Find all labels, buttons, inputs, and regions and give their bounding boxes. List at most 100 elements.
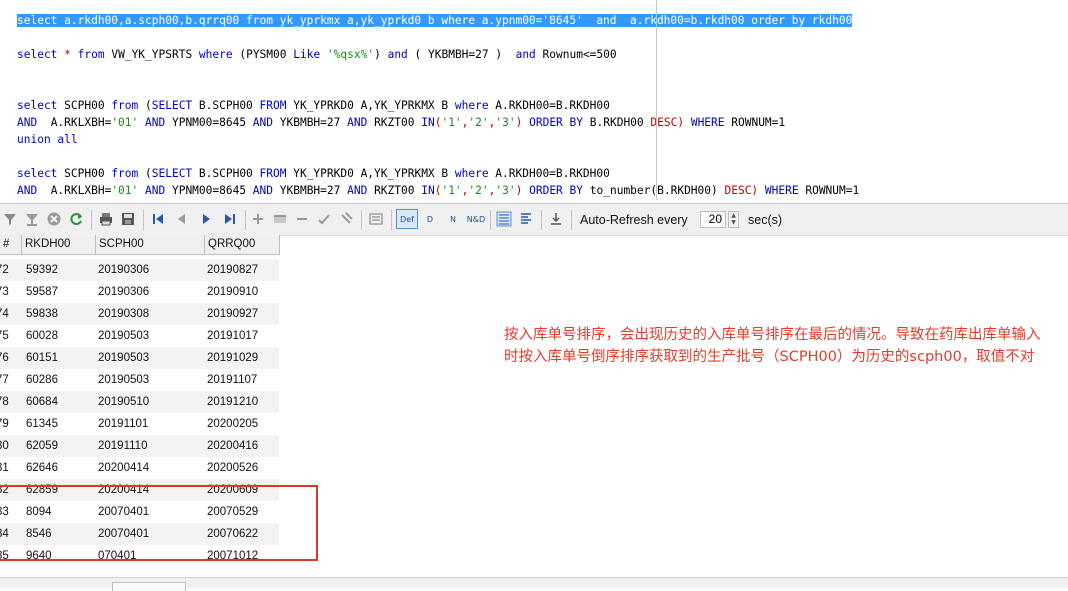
cell-qrrq00[interactable]: 20200205 xyxy=(207,413,258,435)
sql-keyword: FROM xyxy=(259,167,287,180)
cell-scph00[interactable]: 20190503 xyxy=(98,369,149,391)
n-view-icon[interactable]: N xyxy=(443,211,463,227)
cell-rkdh00[interactable]: 60151 xyxy=(26,347,58,369)
column-header-scph00[interactable]: SCPH00 xyxy=(96,235,205,255)
sql-text: YK_YPRKD0 A,YK_YPRKMX B xyxy=(286,167,455,180)
column-header-qrrq00[interactable]: QRRQ00 xyxy=(205,235,280,255)
cell-qrrq00[interactable]: 20190927 xyxy=(207,303,258,325)
table-row[interactable]: 74 59838 20190308 20190927 xyxy=(0,303,279,325)
previous-record-icon[interactable] xyxy=(174,211,190,227)
table-row[interactable]: 75 60028 20190503 20191017 xyxy=(0,325,279,347)
cell-scph00[interactable]: 20191101 xyxy=(98,413,148,435)
cell-rownum[interactable]: 77 xyxy=(0,369,9,391)
cell-rkdh00[interactable]: 59587 xyxy=(26,281,58,303)
next-record-icon[interactable] xyxy=(198,211,214,227)
cell-qrrq00[interactable]: 20191107 xyxy=(207,369,257,391)
cell-rkdh00[interactable]: 59392 xyxy=(26,259,58,281)
cell-scph00[interactable]: 20200414 xyxy=(98,457,149,479)
cell-scph00[interactable]: 20190510 xyxy=(98,391,149,413)
cell-rownum[interactable]: 81 xyxy=(0,457,9,479)
cell-qrrq00[interactable]: 20191210 xyxy=(207,391,258,413)
sql-keyword: Like xyxy=(293,48,321,61)
d-view-icon[interactable]: D xyxy=(420,211,440,227)
cell-rkdh00[interactable]: 61345 xyxy=(26,413,58,435)
table-row[interactable]: 81 62646 20200414 20200526 xyxy=(0,457,279,479)
cell-scph00[interactable]: 20190306 xyxy=(98,281,149,303)
cell-rownum[interactable]: 74 xyxy=(0,303,9,325)
cell-scph00[interactable]: 20190503 xyxy=(98,325,149,347)
clear-filter-icon[interactable] xyxy=(24,211,40,227)
first-record-icon[interactable] xyxy=(150,211,166,227)
sql-editor[interactable]: select a.rkdh00,a.scph00,b.qrrq00 from y… xyxy=(0,0,1068,200)
auto-refresh-interval-input[interactable]: 20 xyxy=(700,211,726,228)
table-row[interactable]: 77 60286 20190503 20191107 xyxy=(0,369,279,391)
cell-qrrq00[interactable]: 20191029 xyxy=(207,347,258,369)
post-changes-icon[interactable] xyxy=(316,211,332,227)
sql-string: '%qsx%' xyxy=(326,48,375,61)
highlight-box xyxy=(0,485,318,561)
cell-qrrq00[interactable]: 20190910 xyxy=(207,281,258,303)
spin-down-icon[interactable]: ▼ xyxy=(729,219,738,226)
table-row[interactable]: 78 60684 20190510 20191210 xyxy=(0,391,279,413)
cell-qrrq00[interactable]: 20200416 xyxy=(207,435,258,457)
insert-record-icon[interactable] xyxy=(250,211,266,227)
sql-text: RKZT00 xyxy=(367,184,422,197)
sql-text: a.rkdh00,a.scph00,b.qrrq00 xyxy=(57,14,247,27)
sql-text: YKBMBH=27 xyxy=(273,184,348,197)
cell-rownum[interactable]: 72 xyxy=(0,259,9,281)
column-header-rkdh00[interactable]: RKDH00 xyxy=(22,235,96,255)
delete-record-icon[interactable] xyxy=(294,211,310,227)
cell-rownum[interactable]: 76 xyxy=(0,347,9,369)
cell-scph00[interactable]: 20190306 xyxy=(98,259,149,281)
cell-qrrq00[interactable]: 20191017 xyxy=(207,325,258,347)
sql-keyword: where xyxy=(454,167,489,180)
sql-keyword: AND xyxy=(145,116,166,129)
table-row[interactable]: 73 59587 20190306 20190910 xyxy=(0,281,279,303)
grid-view-icon[interactable] xyxy=(496,211,512,227)
text-view-icon[interactable] xyxy=(518,211,534,227)
cancel-icon[interactable] xyxy=(46,211,62,227)
print-icon[interactable] xyxy=(98,211,114,227)
d-label: D xyxy=(426,214,434,224)
table-row[interactable]: 79 61345 20191101 20200205 xyxy=(0,413,279,435)
sql-text: ) xyxy=(374,48,388,61)
table-row[interactable]: 80 62059 20191110 20200416 xyxy=(0,435,279,457)
cell-rkdh00[interactable]: 60286 xyxy=(26,369,58,391)
cell-rownum[interactable]: 78 xyxy=(0,391,9,413)
refresh-icon[interactable] xyxy=(68,211,84,227)
auto-refresh-spinner[interactable]: ▲ ▼ xyxy=(728,211,739,228)
toolbar-separator xyxy=(490,210,491,230)
sql-text: ( xyxy=(138,99,152,112)
cell-rkdh00[interactable]: 62059 xyxy=(26,435,58,457)
cell-rkdh00[interactable]: 59838 xyxy=(26,303,58,325)
table-row[interactable]: 76 60151 20190503 20191029 xyxy=(0,347,279,369)
copy-record-icon[interactable] xyxy=(272,211,288,227)
filter-icon[interactable] xyxy=(2,211,18,227)
cell-rownum[interactable]: 79 xyxy=(0,413,9,435)
editor-margin-line xyxy=(656,0,657,200)
table-row[interactable]: 72 59392 20190306 20190827 xyxy=(0,259,279,281)
sql-keyword: AND xyxy=(252,184,274,197)
default-view-icon[interactable]: Def xyxy=(396,209,418,229)
cell-rkdh00[interactable]: 60028 xyxy=(26,325,58,347)
spin-up-icon[interactable]: ▲ xyxy=(729,212,738,219)
cell-rownum[interactable]: 80 xyxy=(0,435,9,457)
column-header-rownum[interactable]: # xyxy=(0,235,22,255)
cell-scph00[interactable]: 20190503 xyxy=(98,347,149,369)
cell-rkdh00[interactable]: 62646 xyxy=(26,457,58,479)
cell-scph00[interactable]: 20191110 xyxy=(98,435,147,457)
cell-rkdh00[interactable]: 60684 xyxy=(26,391,58,413)
cell-rownum[interactable]: 75 xyxy=(0,325,9,347)
last-record-icon[interactable] xyxy=(222,211,238,227)
cell-rownum[interactable]: 73 xyxy=(0,281,9,303)
toolbar-separator xyxy=(245,210,246,230)
n-and-d-view-icon[interactable]: N&D xyxy=(466,211,486,227)
cell-scph00[interactable]: 20190308 xyxy=(98,303,149,325)
cell-qrrq00[interactable]: 20200526 xyxy=(207,457,258,479)
refresh-changes-icon[interactable] xyxy=(338,211,354,227)
export-icon[interactable] xyxy=(548,211,564,227)
save-icon[interactable] xyxy=(120,211,136,227)
sql-operator: ) xyxy=(515,184,523,197)
query-icon[interactable] xyxy=(368,211,384,227)
cell-qrrq00[interactable]: 20190827 xyxy=(207,259,258,281)
